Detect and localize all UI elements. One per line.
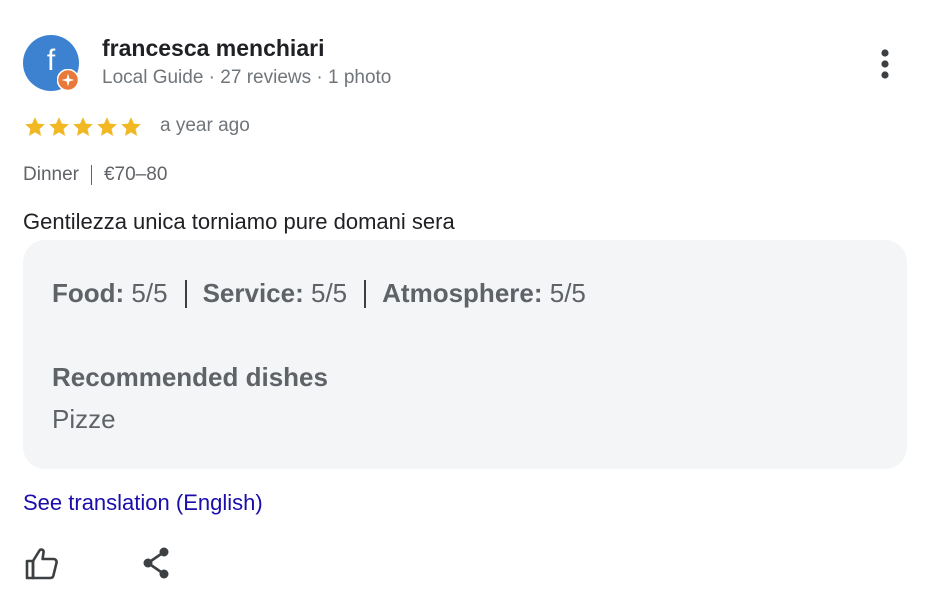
- avatar-initial: f: [46, 44, 56, 77]
- aspect-divider: [184, 279, 187, 308]
- star-icon: [73, 117, 93, 136]
- review-time: a year ago: [160, 115, 250, 136]
- aspect-ratings: Food: 5/5 Service: 5/5 Atmosphere: 5/5: [52, 278, 586, 309]
- recommended-dishes-value: Pizze: [52, 404, 116, 434]
- thumbs-up-icon[interactable]: [22, 544, 62, 582]
- more-vertical-icon: [881, 49, 889, 79]
- meal-divider: [90, 165, 92, 185]
- reviewer-name[interactable]: francesca menchiari: [102, 35, 324, 62]
- share-icon[interactable]: [138, 544, 176, 582]
- star-rating: [23, 115, 143, 139]
- star-icon: [121, 117, 141, 136]
- star-icon: [25, 117, 45, 136]
- aspect-rating-food: Food: 5/5: [52, 278, 168, 309]
- aspect-rating-atmosphere: Atmosphere: 5/5: [382, 278, 586, 309]
- reviewer-meta: Local Guide · 27 reviews · 1 photo: [102, 67, 392, 88]
- aspect-value: 5/5: [311, 278, 348, 308]
- aspect-value: 5/5: [131, 278, 168, 308]
- aspect-label: Service:: [202, 278, 304, 308]
- review-details-panel: Food: 5/5 Service: 5/5 Atmosphere: 5/5 R…: [23, 240, 907, 469]
- aspect-label: Atmosphere:: [382, 278, 543, 308]
- review-text: Gentilezza unica torniamo pure domani se…: [23, 209, 455, 234]
- review-card: f francesca menchiari Local Guide · 27 r…: [0, 0, 930, 610]
- meal-type: Dinner: [23, 164, 79, 185]
- aspect-label: Food:: [52, 278, 125, 308]
- star-icon: [97, 117, 117, 136]
- aspect-rating-service: Service: 5/5: [203, 278, 348, 309]
- more-options-button[interactable]: [866, 44, 904, 84]
- meal-info: Dinner €70–80: [23, 164, 167, 186]
- meal-price: €70–80: [103, 164, 168, 185]
- aspect-value: 5/5: [549, 278, 586, 308]
- recommended-dishes-title: Recommended dishes: [52, 362, 328, 392]
- aspect-divider: [364, 279, 367, 308]
- local-guide-badge-icon: [57, 69, 79, 91]
- star-icon: [49, 117, 69, 136]
- see-translation-link[interactable]: See translation (English): [23, 490, 263, 516]
